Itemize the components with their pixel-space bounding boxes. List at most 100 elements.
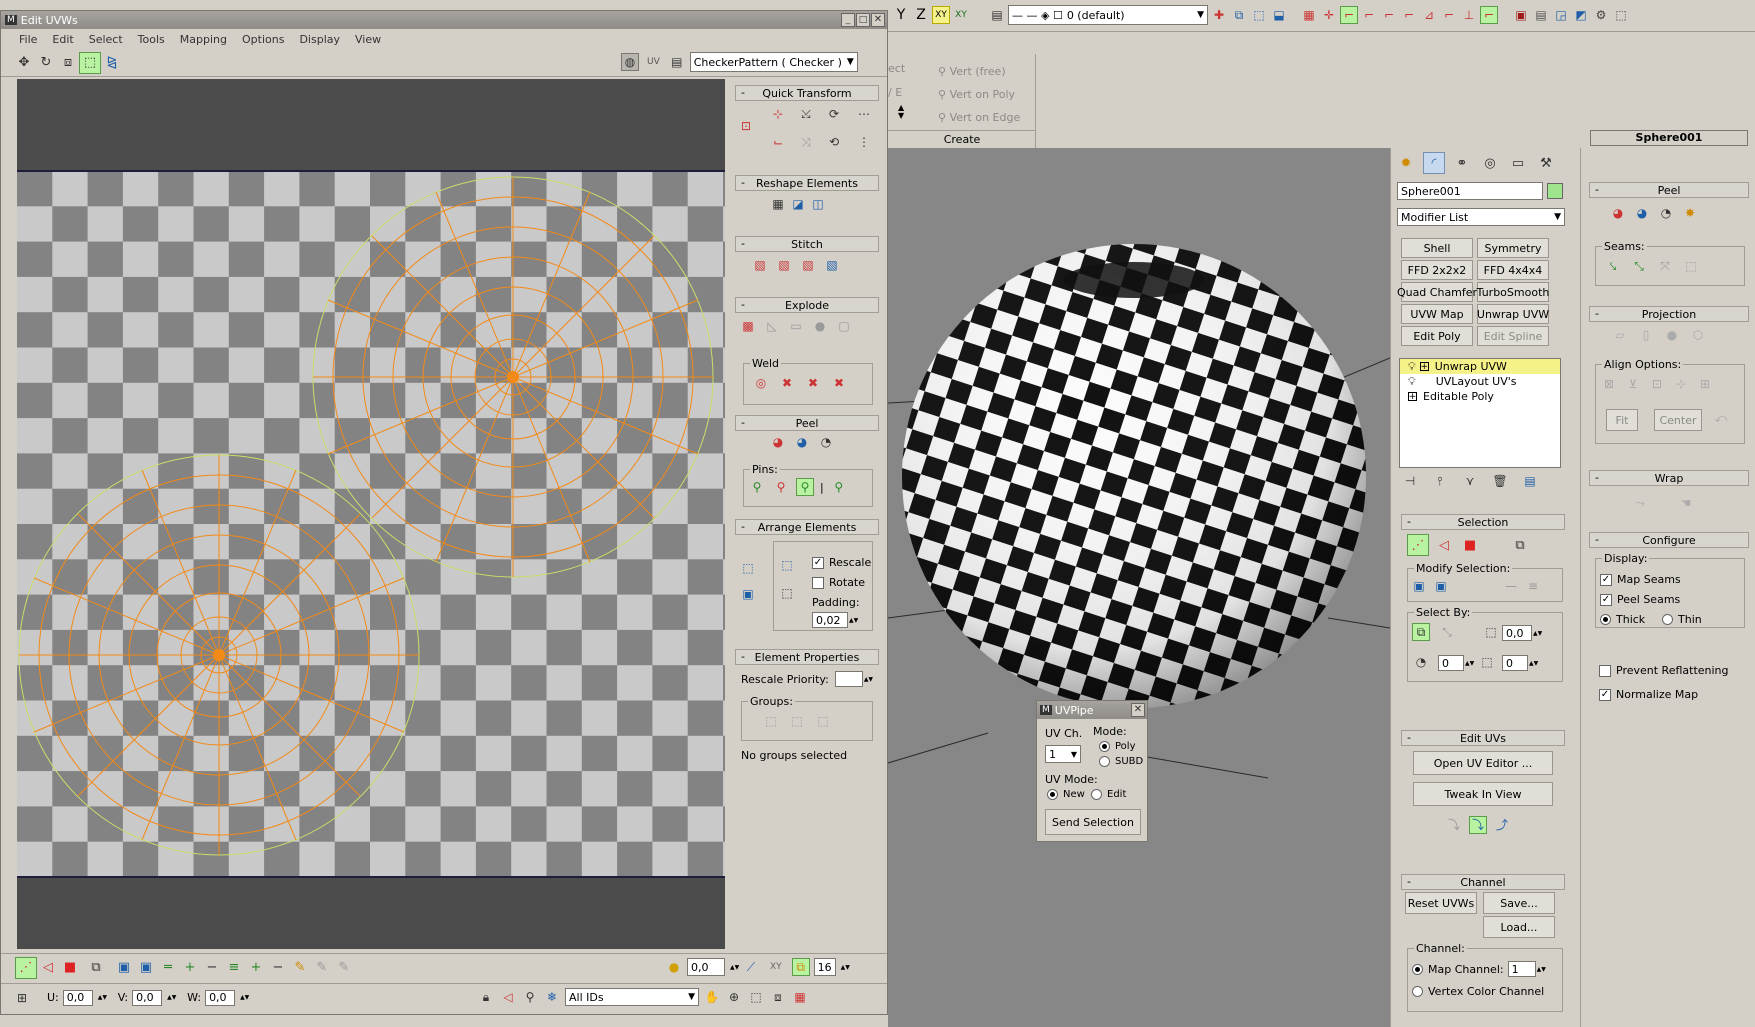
weld-threshold-icon[interactable]: ✖ — [830, 374, 848, 392]
padding-input[interactable]: 0,02 — [812, 612, 848, 628]
spinner-icon[interactable]: ▲▼ — [167, 994, 176, 1001]
shrink-icon[interactable]: ▣ — [1432, 577, 1450, 595]
remove-modifier-icon[interactable]: 🗑︎ — [1491, 472, 1509, 490]
save-button[interactable]: Save... — [1483, 892, 1555, 914]
snap-tangent-icon[interactable]: ⌐ — [1480, 6, 1498, 24]
object-name-input[interactable]: Sphere001 — [1397, 182, 1543, 200]
reset-projection-icon[interactable]: ⤺ — [1712, 409, 1730, 427]
vertex-mode-icon[interactable]: ⋰ — [15, 956, 37, 979]
absolute-mode-icon[interactable]: ⊞ — [13, 989, 31, 1007]
vert-free-button[interactable]: ⚲ Vert (free) — [938, 60, 1020, 83]
unwrap-uvw-button[interactable]: Unwrap UVW — [1477, 304, 1549, 324]
uv-editor-titlebar[interactable]: M Edit UVWs _ □ ✕ — [1, 11, 887, 29]
filter-icon[interactable]: ⚲ — [521, 988, 539, 1006]
falloff-icon[interactable]: ⟋ — [742, 958, 760, 976]
uvw-map-button[interactable]: UVW Map — [1401, 304, 1473, 324]
add-layer-icon[interactable]: ✚ — [1210, 6, 1228, 24]
select-by-angle-input[interactable]: 0,0 — [1502, 625, 1532, 641]
utilities-tab-icon[interactable]: ⚒ — [1535, 152, 1557, 174]
rescale-checkbox[interactable]: ✓ Rescale — [812, 556, 871, 569]
menu-view[interactable]: View — [355, 33, 381, 46]
snap-midpoint-icon[interactable]: ⌐ — [1360, 6, 1378, 24]
stack-item-editable-poly[interactable]: + Editable Poly — [1400, 389, 1560, 404]
soft-select-value[interactable]: 0,0 — [687, 958, 725, 976]
axis-y-button[interactable]: Y — [892, 6, 910, 24]
ungroup-icon[interactable]: ⬚ — [788, 712, 806, 730]
map-channel-radio[interactable]: Map Channel: 1 ▲▼ — [1412, 961, 1546, 977]
menu-select[interactable]: Select — [89, 33, 123, 46]
rotate-checkbox[interactable]: Rotate — [812, 576, 865, 589]
grid-snap-icon[interactable]: ▦ — [791, 988, 809, 1006]
snap-edge-icon[interactable]: ⌐ — [1380, 6, 1398, 24]
snap-endpoint-icon[interactable]: ⌐ — [1340, 6, 1358, 24]
freeform-icon[interactable]: ⬚ — [79, 51, 101, 74]
relax-icon[interactable]: ◪ — [789, 195, 807, 213]
grow-selection-icon[interactable]: ▣ — [113, 957, 135, 979]
expand-seams-icon[interactable]: ⤧ — [1656, 257, 1674, 275]
reset-uvws-button[interactable]: Reset UVWs — [1405, 892, 1477, 914]
snap-vertex-icon[interactable]: ✛ — [1320, 6, 1338, 24]
peel-seams-checkbox[interactable]: ✓ Peel Seams — [1600, 593, 1680, 606]
flatten-icon[interactable]: ▭ — [787, 317, 805, 335]
distribute-h-icon[interactable]: ⋯ — [855, 105, 873, 123]
grow-loop-icon[interactable]: + — [179, 957, 201, 979]
render-setup-icon[interactable]: ◲ — [1552, 6, 1570, 24]
shrink-ring-icon[interactable]: − — [267, 957, 289, 979]
u-input[interactable]: 0,0 — [62, 989, 93, 1006]
peel-mode-icon[interactable]: ◕ — [1633, 204, 1651, 222]
convert-seams-icon[interactable]: ✸ — [1681, 204, 1699, 222]
peel-mode-icon[interactable]: ◕ — [793, 433, 811, 451]
menu-display[interactable]: Display — [299, 33, 340, 46]
ring-select-icon[interactable]: ≡ — [1524, 577, 1542, 595]
planar-angle-icon[interactable]: ◔ — [1412, 653, 1430, 671]
paint-select-icon[interactable]: ✎ — [289, 957, 311, 979]
zoom-extents-icon[interactable]: ⧈ — [769, 988, 787, 1006]
element-mode-icon[interactable]: ⧉ — [85, 957, 107, 979]
w-input[interactable]: 0,0 — [205, 989, 236, 1006]
peel-header[interactable]: - Peel — [735, 415, 879, 431]
uv-mode-edit-radio[interactable]: Edit — [1091, 789, 1126, 800]
select-by-element-icon[interactable]: ⧉ — [1412, 623, 1430, 641]
edit-uvs-header[interactable]: - Edit UVs — [1401, 730, 1565, 746]
distribute-v-icon[interactable]: ⋮ — [855, 133, 873, 151]
spinner-icon[interactable]: ▲▼ — [1529, 660, 1538, 667]
align-edge-icon[interactable]: ⌙ — [769, 133, 787, 151]
pin-icon[interactable]: ⚲ — [748, 478, 766, 496]
edge-mode-icon[interactable]: ◁ — [37, 957, 59, 979]
pack-custom-icon[interactable]: ▣ — [739, 585, 757, 603]
menu-tools[interactable]: Tools — [138, 33, 165, 46]
channel-header[interactable]: - Channel — [1401, 874, 1565, 890]
spinner-icon[interactable]: ▲▼ — [98, 994, 107, 1001]
shrink-loop-icon[interactable]: − — [201, 957, 223, 979]
unfold-strip-icon[interactable]: ☚ — [1677, 494, 1695, 512]
layer-manager-icon[interactable]: ▤ — [988, 6, 1006, 24]
break-icon[interactable]: ▩ — [739, 317, 757, 335]
quick-peel-map-icon[interactable]: ⤵ — [1469, 816, 1487, 834]
relax-until-flat-icon[interactable]: ◫ — [809, 195, 827, 213]
align-normal-icon[interactable]: ⊹ — [1672, 375, 1690, 393]
menu-edit[interactable]: Edit — [52, 33, 73, 46]
grow-icon[interactable]: ▣ — [1410, 577, 1428, 595]
hierarchy-tab-icon[interactable]: ⚭ — [1451, 152, 1473, 174]
render-frame-icon[interactable]: ⬚ — [1612, 6, 1630, 24]
face-select-icon[interactable]: ■ — [1459, 534, 1481, 556]
lightbulb-icon[interactable]: 💡︎ — [1408, 375, 1416, 389]
axis-z-button[interactable]: Z — [912, 6, 930, 24]
wrap-header[interactable]: - Wrap — [1589, 470, 1749, 486]
paint-grow-icon[interactable]: ✎ — [311, 957, 333, 979]
edge-select-icon[interactable]: ◁ — [1433, 534, 1455, 556]
uvpipe-titlebar[interactable]: M UVPipe ✕ — [1037, 701, 1147, 719]
edit-seams-icon[interactable]: ⤡ — [1630, 257, 1648, 275]
scale-icon[interactable]: ⧈ — [57, 52, 79, 74]
spinner-icon[interactable]: ▲▼ — [240, 994, 249, 1001]
ring-icon[interactable]: ≡ — [223, 957, 245, 979]
box-map-icon[interactable]: ⬡ — [1689, 326, 1707, 344]
loop-icon[interactable]: ═ — [157, 957, 179, 979]
snap-bbox-icon[interactable]: ⌐ — [1440, 6, 1458, 24]
minimize-icon[interactable]: _ — [841, 13, 855, 27]
quick-transform-header[interactable]: - Quick Transform — [735, 85, 879, 101]
uv-mode-new-radio[interactable]: New — [1047, 789, 1085, 800]
motion-tab-icon[interactable]: ◎ — [1479, 152, 1501, 174]
stitch-header[interactable]: - Stitch — [735, 236, 879, 252]
select-by-edge-icon[interactable]: ⤡ — [1438, 623, 1456, 641]
